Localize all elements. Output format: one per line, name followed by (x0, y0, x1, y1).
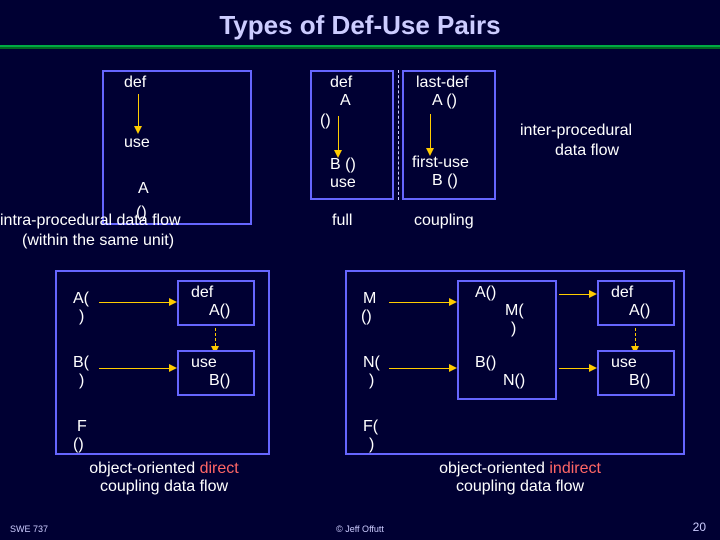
harrow2-head (169, 364, 177, 372)
F-call-p2: ) (369, 436, 374, 454)
coupling-label-2: coupling data flow (100, 478, 228, 495)
useB-inner: use B() (177, 350, 255, 396)
F-call-p: () (73, 436, 84, 454)
coupling-label-3: coupling data flow (456, 478, 584, 495)
harrowR1 (389, 302, 449, 303)
harrowR3-head (589, 290, 597, 298)
inter-1: inter-procedural (520, 122, 632, 140)
arrow (138, 94, 139, 126)
harrow1 (99, 302, 169, 303)
B-call: B( (73, 354, 89, 372)
harrow2 (99, 368, 169, 369)
oo-label2: object-oriented (439, 460, 545, 477)
harrowR4 (559, 368, 589, 369)
use-label-2: use (330, 174, 356, 192)
direct-label: direct (200, 460, 239, 477)
slide-title: Types of Def-Use Pairs (0, 0, 720, 41)
intra-caption-2: (within the same unit) (22, 232, 174, 250)
coupling-box: last-def A () first-use B () (402, 70, 496, 200)
Mcall2: M( (505, 302, 524, 320)
B-call-p: ) (79, 372, 84, 390)
direct-outer: A( ) B( ) F () def A() use B() (55, 270, 270, 455)
firstuse: first-use (412, 154, 469, 172)
useBp2: B() (629, 372, 650, 390)
Acall2: A() (475, 284, 496, 302)
A-label-2: A (340, 92, 351, 110)
firstB: B () (432, 172, 458, 190)
Ncall2: N() (503, 372, 525, 390)
defA-inner2: def A() (597, 280, 675, 326)
F-call: F (77, 418, 87, 436)
A-call: A( (73, 290, 89, 308)
footer-center: © Jeff Offutt (336, 524, 384, 534)
M-call: M (363, 290, 376, 308)
dashed-arrow (215, 328, 216, 346)
def-label-2: def (330, 74, 352, 92)
defAp: A() (209, 302, 230, 320)
mid-inner: A() M( ) B() N() (457, 280, 557, 400)
harrowR4-head (589, 364, 597, 372)
harrowR2 (389, 368, 449, 369)
harrow1-head (169, 298, 177, 306)
defA-inner: def A() (177, 280, 255, 326)
arrow-head (134, 126, 142, 134)
B-label: B () (330, 156, 356, 174)
indirect-caption: object-oriented indirect coupling data f… (380, 460, 660, 496)
footer-right: 20 (693, 520, 706, 534)
indirect-outer: M () N( ) F( ) A() M( ) B() N() def A() … (345, 270, 685, 455)
coupling-label: coupling (414, 212, 474, 230)
useB2: use (611, 354, 637, 372)
parens-2: () (320, 112, 331, 130)
lastdef: last-def (416, 74, 468, 92)
M-call-p: () (361, 308, 372, 326)
arrow (338, 116, 339, 150)
title-underline (0, 45, 720, 49)
def-label: def (124, 74, 146, 92)
N-call-p: ) (369, 372, 374, 390)
intra-box: def use A () (102, 70, 252, 225)
harrowR1-head (449, 298, 457, 306)
full-box: def A () B () use (310, 70, 394, 200)
intra-caption-1: intra-procedural data flow (0, 212, 181, 230)
full-label: full (332, 212, 352, 230)
direct-caption: object-oriented direct coupling data flo… (44, 460, 284, 496)
inter-2: data flow (555, 142, 619, 160)
harrowR3 (559, 294, 589, 295)
harrowR2-head (449, 364, 457, 372)
A-label: A (138, 180, 149, 198)
oo-label: object-oriented (89, 460, 195, 477)
dashed-divider (398, 70, 399, 200)
footer-left: SWE 737 (10, 524, 48, 534)
defAp2: A() (629, 302, 650, 320)
arrow (430, 114, 431, 148)
F-call2: F( (363, 418, 378, 436)
Mcall2p: ) (511, 320, 516, 338)
defA2: def (611, 284, 633, 302)
N-call: N( (363, 354, 380, 372)
defA: def (191, 284, 213, 302)
useBp: B() (209, 372, 230, 390)
dashed-arrow2 (635, 328, 636, 346)
lastA: A () (432, 92, 457, 110)
A-call-p: ) (79, 308, 84, 326)
use-label: use (124, 134, 150, 152)
useB: use (191, 354, 217, 372)
Bcall2: B() (475, 354, 496, 372)
useB-inner2: use B() (597, 350, 675, 396)
diagram-area: def use A () intra-procedural data flow … (0, 60, 720, 510)
indirect-label: indirect (549, 460, 601, 477)
